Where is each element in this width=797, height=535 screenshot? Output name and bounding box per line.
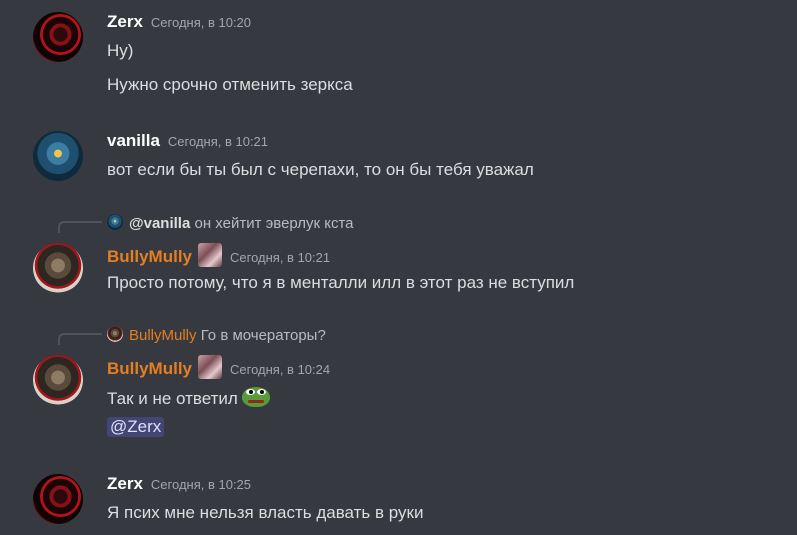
- role-badge-icon[interactable]: [198, 355, 223, 379]
- timestamp: Сегодня, в 10:24: [230, 362, 331, 377]
- reply-text: он хейтит эверлук кста: [194, 215, 354, 232]
- author-line: Zerx Сегодня, в 10:20: [107, 12, 251, 32]
- avatar-zerx[interactable]: [33, 12, 83, 62]
- user-mention[interactable]: @Zerx: [107, 417, 165, 437]
- timestamp: Сегодня, в 10:25: [150, 477, 252, 492]
- timestamp: Сегодня, в 10:20: [150, 15, 252, 30]
- avatar-bullymully[interactable]: [33, 355, 83, 405]
- message-text: Нужно срочно отменить зеркса: [107, 75, 353, 94]
- mention-line: @Zerx: [107, 417, 165, 437]
- author-name[interactable]: BullyMully: [107, 359, 192, 378]
- reply-preview[interactable]: @vanilla он хейтит эверлук кста: [107, 214, 354, 232]
- author-line: BullyMully Сегодня, в 10:21: [107, 243, 330, 267]
- pepe-emoji[interactable]: [241, 385, 270, 409]
- message-line: Так и не ответил: [107, 385, 270, 409]
- message-text: вот если бы ты был с черепахи, то он бы …: [107, 160, 534, 179]
- author-name[interactable]: BullyMully: [107, 247, 192, 266]
- author-name[interactable]: Zerx: [107, 12, 143, 31]
- message-text: Так и не ответил: [107, 389, 238, 408]
- author-name[interactable]: Zerx: [107, 474, 143, 493]
- author-line: vanilla Сегодня, в 10:21: [107, 131, 268, 151]
- message-text: Я псих мне нельзя власть давать в руки: [107, 503, 424, 522]
- timestamp: Сегодня, в 10:21: [230, 250, 331, 265]
- role-badge-icon[interactable]: [198, 243, 223, 267]
- avatar-zerx[interactable]: [33, 474, 83, 524]
- reply-avatar: [107, 214, 123, 230]
- author-line: Zerx Сегодня, в 10:25: [107, 474, 251, 494]
- reply-author[interactable]: @vanilla: [129, 215, 190, 232]
- reply-author[interactable]: BullyMully: [129, 327, 197, 344]
- avatar-bullymully[interactable]: [33, 243, 83, 293]
- reply-avatar: [107, 326, 123, 342]
- author-name[interactable]: vanilla: [107, 131, 160, 150]
- reply-connector: [58, 333, 102, 345]
- author-line: BullyMully Сегодня, в 10:24: [107, 355, 330, 379]
- timestamp: Сегодня, в 10:21: [167, 134, 269, 149]
- message-text: Ну): [107, 41, 134, 60]
- message-text: Просто потому, что я в менталли илл в эт…: [107, 273, 575, 292]
- reply-preview[interactable]: BullyMully Го в мочераторы?: [107, 326, 326, 344]
- reply-connector: [58, 221, 102, 233]
- avatar-vanilla[interactable]: [33, 131, 83, 181]
- reply-text: Го в мочераторы?: [200, 327, 326, 344]
